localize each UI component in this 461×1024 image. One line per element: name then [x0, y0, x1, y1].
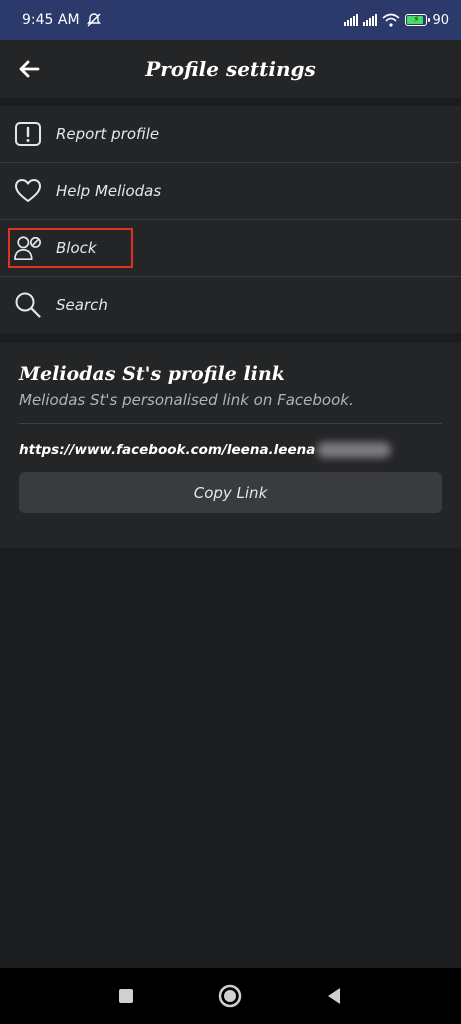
menu-item-help[interactable]: Help Meliodas: [0, 163, 461, 220]
copy-link-button[interactable]: Copy Link: [19, 472, 442, 513]
home-icon: [218, 984, 242, 1008]
status-bar: 9:45 AM ⚡ 90: [0, 0, 461, 40]
section-gap: [0, 333, 461, 343]
menu-item-label: Report profile: [56, 125, 160, 143]
menu-item-label: Help Meliodas: [56, 182, 162, 200]
profile-link-row: https://www.facebook.com/leena.leena: [19, 440, 442, 460]
back-icon: [328, 988, 340, 1004]
arrow-left-icon: [19, 60, 40, 78]
block-user-icon: [14, 234, 42, 262]
back-nav-button[interactable]: [320, 982, 348, 1010]
recents-icon: [119, 989, 133, 1003]
menu-item-block[interactable]: Block: [0, 220, 461, 277]
menu-item-label: Search: [56, 296, 108, 314]
report-icon: [14, 120, 42, 148]
menu-item-report-profile[interactable]: Report profile: [0, 106, 461, 163]
profile-link-card: Meliodas St's profile link Meliodas St's…: [0, 343, 461, 548]
divider: [19, 423, 442, 424]
search-icon: [14, 291, 42, 319]
wifi-icon: [382, 13, 400, 27]
mute-icon: [86, 13, 101, 27]
status-time: 9:45 AM: [22, 12, 80, 28]
profile-link-subtitle: Meliodas St's personalised link on Faceb…: [19, 391, 354, 409]
menu-item-search[interactable]: Search: [0, 277, 461, 334]
profile-settings-menu: Report profile Help Meliodas Block Searc…: [0, 106, 461, 334]
status-left: 9:45 AM: [22, 12, 102, 28]
back-button[interactable]: [14, 54, 44, 84]
app-header: Profile settings: [0, 40, 461, 98]
home-button[interactable]: [216, 982, 244, 1010]
heart-icon: [14, 177, 42, 205]
status-right: ⚡ 90: [344, 13, 449, 28]
signal-icon: [363, 14, 378, 26]
page-title: Profile settings: [145, 57, 316, 81]
redacted-blur: [317, 442, 392, 458]
recents-button[interactable]: [112, 982, 140, 1010]
section-gap: [0, 98, 461, 106]
menu-item-label: Block: [56, 239, 97, 257]
battery-icon: ⚡: [405, 14, 431, 26]
signal-icon: [344, 14, 359, 26]
system-nav-bar: [0, 968, 461, 1024]
battery-percent: 90: [432, 12, 449, 28]
profile-url[interactable]: https://www.facebook.com/leena.leena: [19, 442, 315, 458]
profile-link-title: Meliodas St's profile link: [19, 363, 285, 385]
